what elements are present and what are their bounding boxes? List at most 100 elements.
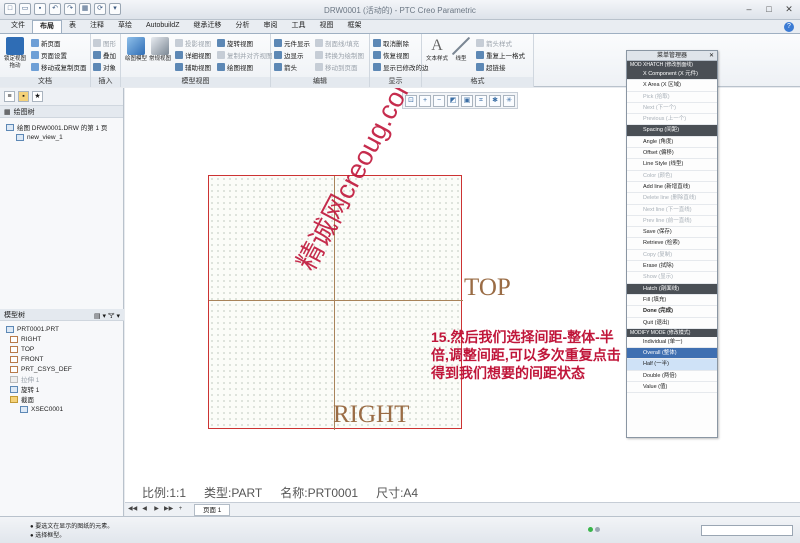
close-icon[interactable]: ✕ [709, 51, 714, 61]
tab-framework[interactable]: 框架 [340, 20, 368, 33]
model-tree-header[interactable]: 模型树 ▤ ▾ 🝖 ▾ [0, 309, 124, 321]
tab-file[interactable]: 文件 [4, 20, 32, 33]
close-icon[interactable]: ✕ [782, 3, 796, 15]
edge-display-button[interactable]: 边显示 [274, 49, 304, 60]
page-setup-button[interactable]: 页面设置 [31, 49, 67, 60]
menu-item-section1-10[interactable]: Add line (新增直线) [627, 182, 717, 194]
model-tree-revolve[interactable]: 旋转 1 [6, 384, 118, 394]
menu-item-section1-14[interactable]: Save (保存) [627, 227, 717, 239]
menu-item-section1-9[interactable]: Color (颜色) [627, 171, 717, 182]
menu-item-section1-6[interactable]: Angle (角度) [627, 137, 717, 149]
menu-item-section1-13[interactable]: Prev line (前一直线) [627, 216, 717, 228]
menu-item-section1-3[interactable]: Next (下一个) [627, 103, 717, 115]
folder-tab-icon[interactable]: ▪ [18, 91, 29, 102]
tab-table[interactable]: 表 [62, 20, 83, 33]
component-display-button[interactable]: 元件显示 [274, 37, 310, 48]
menu-item-section2-0[interactable]: Individual (单一) [627, 337, 717, 349]
object-button[interactable]: 对象 [93, 61, 116, 72]
arrow-style-button[interactable]: 箭头样式 [476, 37, 512, 48]
drawing-tree-view[interactable]: new_view_1 [6, 132, 117, 142]
revolved-view-button[interactable]: 旋转视图 [217, 37, 253, 48]
menu-item-section1-18[interactable]: Show (显示) [627, 272, 717, 284]
auxiliary-view-button[interactable]: 辅助视图 [175, 61, 211, 72]
hyperlink-button[interactable]: 超链接 [476, 61, 506, 72]
tree-tab-icon[interactable]: ≡ [4, 91, 15, 102]
menu-item-section1-1[interactable]: X Area (X 区域) [627, 80, 717, 92]
tab-analysis[interactable]: 分析 [228, 20, 256, 33]
menu-item-section1-19[interactable]: Hatch (剖面线) [627, 283, 717, 295]
model-tree-csys[interactable]: PRT_CSYS_DEF [6, 364, 118, 374]
undelete-button[interactable]: 取消删除 [373, 37, 409, 48]
model-tree-extrude[interactable]: 拉伸 1 [6, 374, 118, 384]
tab-autobuildz[interactable]: AutobuildZ [139, 20, 186, 33]
menu-section-mod-xhatch[interactable]: MOD XHATCH (修改剖面线) [627, 61, 717, 69]
model-tree-datum-right[interactable]: RIGHT [6, 334, 118, 344]
line-style-button[interactable]: 线型 [449, 37, 473, 63]
tab-tools[interactable]: 工具 [284, 20, 312, 33]
menu-item-section2-3[interactable]: Double (两倍) [627, 371, 717, 383]
model-tree-datum-front[interactable]: FRONT [6, 354, 118, 364]
projection-view-button[interactable]: 投影视图 [175, 37, 211, 48]
maximize-icon[interactable]: □ [762, 3, 776, 15]
menu-section-modify-mode[interactable]: MODIFY MODE (修改模式) [627, 328, 717, 337]
menu-item-section1-5[interactable]: Spacing (间距) [627, 125, 717, 137]
menu-item-section1-8[interactable]: Line Style (线型) [627, 159, 717, 171]
move-to-sheet-button[interactable]: 移动到页面 [315, 61, 358, 72]
arrows-button[interactable]: 箭头 [274, 61, 297, 72]
drawing-tree-header[interactable]: ▦ 绘图树 [0, 106, 123, 118]
menu-item-section1-17[interactable]: Erase (拭除) [627, 261, 717, 273]
menu-item-section2-1[interactable]: Overall (整体) [627, 348, 717, 360]
menu-item-section2-2[interactable]: Half (一半) [627, 359, 717, 371]
new-page-button[interactable]: 新页面 [31, 37, 61, 48]
menu-item-section1-11[interactable]: Delete line (删除直线) [627, 193, 717, 205]
model-tree-part[interactable]: PRT0001.PRT [6, 324, 118, 334]
tab-layout[interactable]: 布局 [32, 20, 62, 33]
menu-item-section1-20[interactable]: Fill (填充) [627, 295, 717, 307]
drawing-view-button[interactable]: 绘图视图 [217, 61, 253, 72]
lock-view-drag-button[interactable]: 锁定视图拖动 [3, 37, 27, 70]
graphics-button[interactable]: 图形 [93, 37, 116, 48]
hatching-button[interactable]: 剖面线/填充 [315, 37, 359, 48]
add-page-icon[interactable]: + [176, 505, 185, 514]
menu-item-section1-7[interactable]: Offset (偏移) [627, 148, 717, 160]
general-view-button[interactable]: 常规视图 [148, 37, 172, 63]
convert-to-draft-button[interactable]: 转换为绘制图 [315, 49, 364, 60]
model-tree-datum-top[interactable]: TOP [6, 344, 118, 354]
tab-view[interactable]: 视图 [312, 20, 340, 33]
repeat-format-button[interactable]: 重复上一格式 [476, 49, 525, 60]
prev-page-icon[interactable]: ◀ [140, 505, 149, 514]
first-page-icon[interactable]: ◀◀ [128, 505, 137, 514]
favorites-tab-icon[interactable]: ★ [32, 91, 43, 102]
restore-view-button[interactable]: 恢复视图 [373, 49, 409, 60]
menu-item-section1-4[interactable]: Previous (上一个) [627, 114, 717, 126]
move-copy-page-button[interactable]: 移动或复制页面 [31, 61, 87, 72]
menu-item-section1-16[interactable]: Copy (复制) [627, 250, 717, 262]
drawing-models-button[interactable]: 绘图模型 [124, 37, 148, 63]
tab-sketch[interactable]: 草绘 [111, 20, 139, 33]
drawing-tree-root[interactable]: 绘图 DRW0001.DRW 的第 1 页 [6, 122, 117, 132]
tab-review[interactable]: 审阅 [256, 20, 284, 33]
page-tab[interactable]: 页面 1 [194, 503, 231, 516]
copy-align-view-button[interactable]: 复制并对齐视图 [217, 49, 273, 60]
overlay-button[interactable]: 叠加 [93, 49, 116, 60]
model-tree-settings-icon[interactable]: ▤ ▾ 🝖 ▾ [94, 308, 120, 322]
next-page-icon[interactable]: ▶ [152, 505, 161, 514]
menu-item-section1-15[interactable]: Retrieve (检索) [627, 238, 717, 250]
minimize-icon[interactable]: – [742, 3, 756, 15]
model-tree-xsec[interactable]: XSEC0001 [6, 404, 118, 414]
selection-filter[interactable] [701, 525, 793, 536]
menu-item-section1-12[interactable]: Next line (下一直线) [627, 205, 717, 216]
menu-item-section1-22[interactable]: Quit (退出) [627, 318, 717, 329]
text-style-button[interactable]: A 文本样式 [425, 37, 449, 63]
tab-legacy-migration[interactable]: 继承迁移 [186, 20, 228, 33]
menu-item-section1-2[interactable]: Pick (拾取) [627, 92, 717, 103]
menu-item-section1-21[interactable]: Done (完成) [627, 306, 717, 318]
detailed-view-button[interactable]: 详细视图 [175, 49, 211, 60]
tab-annotate[interactable]: 注释 [83, 20, 111, 33]
menu-item-section1-0[interactable]: X Component (X 元件) [627, 69, 717, 81]
model-tree-sections[interactable]: 截面 [6, 394, 118, 404]
show-modified-edges-button[interactable]: 显示已修改的边 [373, 61, 429, 72]
help-icon[interactable]: ? [784, 22, 794, 32]
menu-item-section2-4[interactable]: Value (值) [627, 382, 717, 394]
last-page-icon[interactable]: ▶▶ [164, 505, 173, 514]
